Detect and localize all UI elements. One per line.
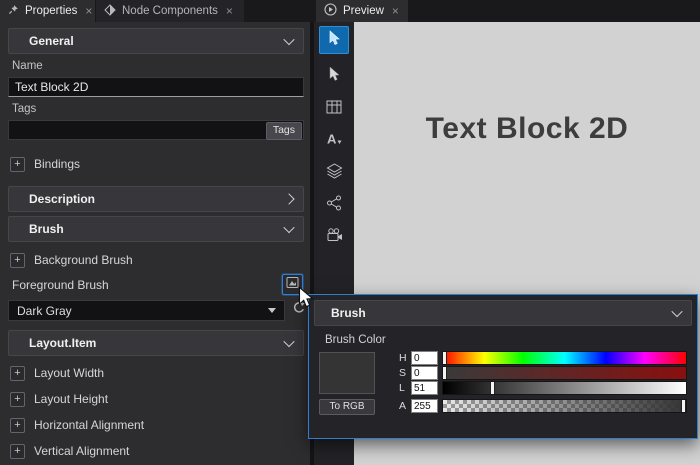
add-layout-height-button[interactable]: +: [10, 392, 25, 407]
lightness-value-input[interactable]: [411, 381, 438, 395]
lightness-slider-handle[interactable]: [491, 382, 494, 394]
saturation-slider[interactable]: [442, 366, 687, 380]
layers-tool-icon: [326, 163, 343, 184]
play-icon: [324, 3, 337, 19]
text-tool-button[interactable]: A: [319, 127, 349, 155]
preview-text-block: Text Block 2D: [354, 112, 700, 146]
chevron-down-icon: [283, 336, 294, 347]
section-header-layout-item[interactable]: Layout.Item: [8, 330, 304, 356]
component-icon: [104, 4, 116, 19]
select-tool-icon: [326, 30, 342, 51]
svg-text:A: A: [327, 132, 337, 147]
section-header-description-label: Description: [29, 192, 95, 206]
lightness-slider[interactable]: [442, 381, 687, 395]
close-icon[interactable]: ×: [85, 5, 92, 17]
saturation-channel-label: S: [399, 366, 409, 380]
layout-height-row: + Layout Height: [10, 388, 300, 410]
tags-input[interactable]: [8, 120, 304, 140]
tab-properties[interactable]: Properties ×: [0, 0, 95, 22]
pointer-tool-button[interactable]: [319, 62, 349, 90]
open-brush-editor-button[interactable]: [282, 274, 303, 295]
section-header-description[interactable]: Description: [8, 186, 304, 212]
name-input[interactable]: [8, 77, 304, 97]
layout-width-row: + Layout Width: [10, 362, 300, 384]
bindings-row: + Bindings: [10, 153, 300, 175]
close-icon[interactable]: ×: [226, 5, 233, 17]
hue-channel-label: H: [399, 351, 409, 365]
tab-preview[interactable]: Preview ×: [316, 0, 408, 22]
saturation-slider-handle[interactable]: [443, 367, 446, 379]
name-label: Name: [12, 60, 43, 72]
application-window: Properties × Node Components × Preview ×…: [0, 0, 700, 465]
alpha-slider-handle[interactable]: [682, 400, 685, 412]
chevron-down-icon: [283, 222, 294, 233]
hue-slider[interactable]: [442, 351, 687, 365]
tab-node-components[interactable]: Node Components ×: [96, 0, 244, 22]
close-icon[interactable]: ×: [392, 5, 399, 17]
foreground-brush-label: Foreground Brush: [12, 278, 109, 292]
add-layout-width-button[interactable]: +: [10, 366, 25, 381]
section-header-general-label: General: [29, 34, 74, 48]
foreground-brush-dropdown[interactable]: Dark Gray: [8, 300, 285, 321]
chevron-down-icon: [671, 306, 682, 317]
pointer-tool-icon: [326, 66, 342, 87]
camera-tool-button[interactable]: [319, 223, 349, 251]
background-brush-row: + Background Brush: [10, 249, 300, 271]
alpha-gradient-overlay: [443, 400, 686, 412]
hue-slider-handle[interactable]: [443, 352, 446, 364]
current-color-swatch: [319, 352, 375, 394]
node-graph-tool-button[interactable]: [319, 191, 349, 219]
alpha-value-input[interactable]: [411, 399, 438, 413]
layers-tool-button[interactable]: [319, 159, 349, 187]
lightness-channel-label: L: [399, 381, 409, 395]
reset-property-button[interactable]: [289, 300, 308, 321]
add-horizontal-alignment-button[interactable]: +: [10, 418, 25, 433]
tab-properties-label: Properties: [25, 5, 77, 17]
section-header-brush-label: Brush: [29, 222, 64, 236]
select-tool-button[interactable]: [319, 26, 349, 54]
section-header-brush[interactable]: Brush: [8, 216, 304, 242]
vertical-alignment-label: Vertical Alignment: [34, 444, 129, 458]
background-brush-label: Background Brush: [34, 253, 133, 267]
add-vertical-alignment-button[interactable]: +: [10, 444, 25, 459]
to-rgb-button[interactable]: To RGB: [319, 399, 375, 415]
camera-tool-icon: [326, 228, 343, 247]
grid-tool-icon: [326, 100, 342, 119]
node-graph-tool-icon: [326, 195, 342, 216]
chevron-down-icon: [268, 308, 276, 313]
pin-icon: [8, 4, 19, 18]
vertical-alignment-row: + Vertical Alignment: [10, 440, 300, 462]
reset-icon: [292, 301, 306, 320]
layout-width-label: Layout Width: [34, 366, 104, 380]
text-tool-icon: A: [326, 131, 342, 151]
hue-value-input[interactable]: [411, 351, 438, 365]
bindings-label: Bindings: [34, 157, 80, 171]
tags-label: Tags: [12, 103, 36, 115]
alpha-channel-label: A: [399, 399, 409, 413]
layout-height-label: Layout Height: [34, 392, 108, 406]
tags-button[interactable]: Tags: [266, 122, 302, 140]
brush-editor-icon: [286, 276, 299, 294]
popup-brush-header-label: Brush: [331, 306, 366, 320]
add-binding-button[interactable]: +: [10, 157, 25, 172]
brush-color-label: Brush Color: [325, 334, 386, 346]
horizontal-alignment-row: + Horizontal Alignment: [10, 414, 300, 436]
section-header-general[interactable]: General: [8, 28, 304, 54]
horizontal-alignment-label: Horizontal Alignment: [34, 418, 144, 432]
tab-node-components-label: Node Components: [122, 5, 218, 17]
popup-section-header-brush[interactable]: Brush: [314, 300, 692, 326]
foreground-brush-value: Dark Gray: [17, 304, 72, 318]
chevron-down-icon: [283, 34, 294, 45]
chevron-right-icon: [283, 193, 294, 204]
grid-tool-button[interactable]: [319, 95, 349, 123]
add-background-brush-button[interactable]: +: [10, 253, 25, 268]
section-header-layout-item-label: Layout.Item: [29, 336, 96, 350]
alpha-slider[interactable]: [442, 399, 687, 413]
tab-preview-label: Preview: [343, 5, 384, 17]
brush-editor-popup: Brush Brush Color To RGB H S L A: [308, 294, 698, 439]
tags-field-wrap: Tags: [8, 120, 304, 140]
saturation-value-input[interactable]: [411, 366, 438, 380]
